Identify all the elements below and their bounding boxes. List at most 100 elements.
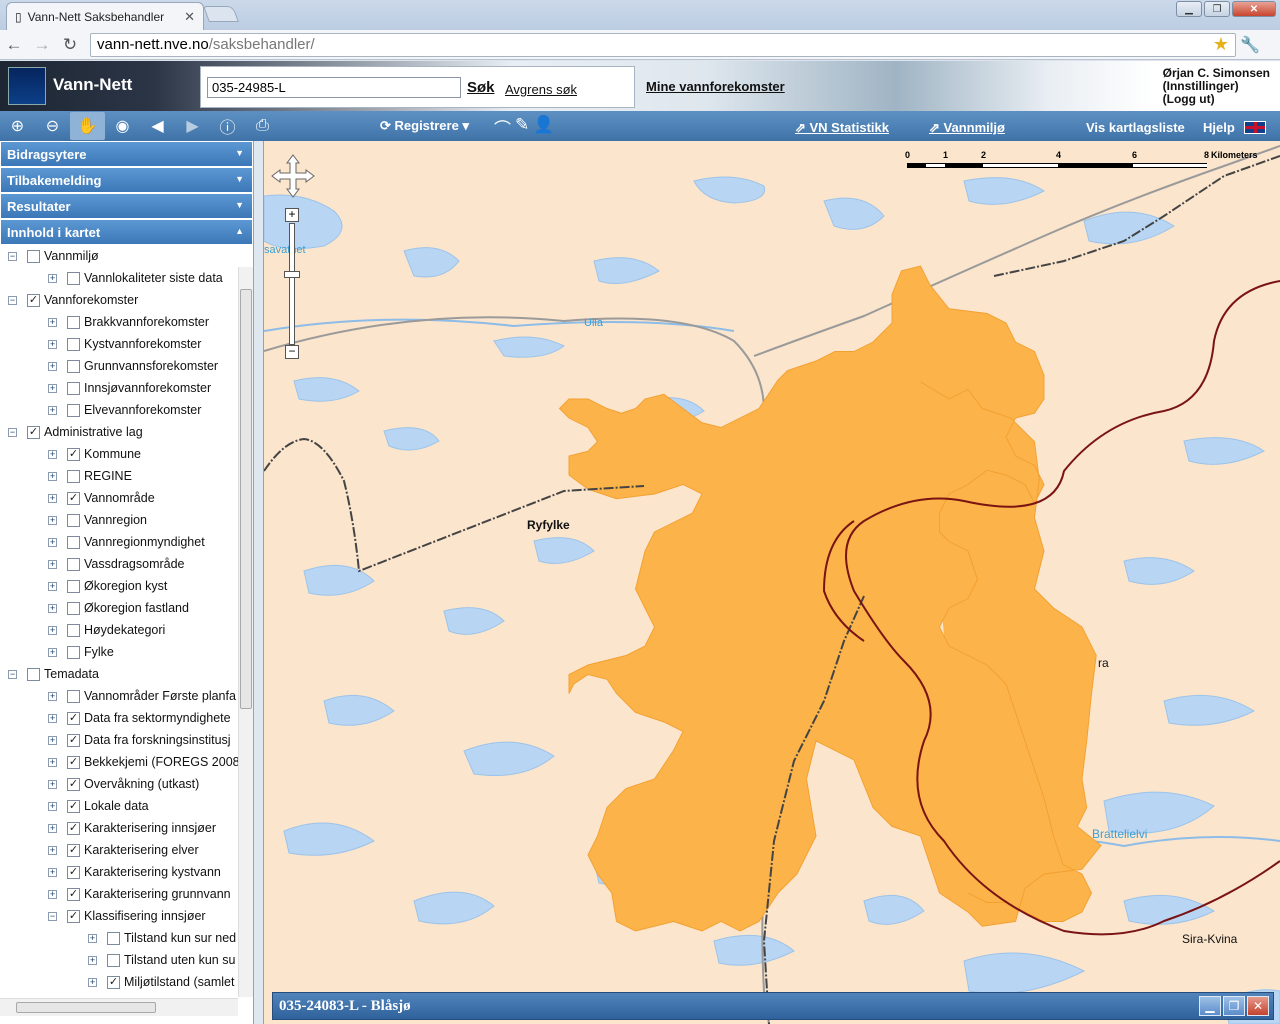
tree-node[interactable]: + Elvevannforekomster bbox=[0, 399, 238, 421]
layer-checkbox[interactable]: ✓ bbox=[27, 293, 40, 307]
reload-icon[interactable]: ↻ bbox=[56, 33, 84, 57]
layer-checkbox[interactable] bbox=[67, 557, 80, 571]
previous-extent-icon[interactable]: ◀ bbox=[140, 112, 175, 140]
tree-node[interactable]: + Fylke bbox=[0, 641, 238, 663]
layer-checkbox[interactable] bbox=[67, 381, 80, 395]
layer-tree-scrollbar[interactable] bbox=[238, 267, 253, 997]
expand-icon[interactable]: + bbox=[48, 691, 57, 701]
tree-node[interactable]: + Brakkvannforekomster bbox=[0, 311, 238, 333]
layer-checkbox[interactable]: ✓ bbox=[67, 799, 80, 813]
pan-hand-icon[interactable]: ✋ bbox=[70, 112, 105, 140]
zoom-slider[interactable] bbox=[289, 223, 295, 345]
scroll-thumb[interactable] bbox=[240, 289, 252, 709]
layer-list-link[interactable]: Vis kartlagsliste bbox=[1086, 120, 1185, 135]
layer-checkbox[interactable]: ✓ bbox=[67, 843, 80, 857]
logout-link[interactable]: (Logg ut) bbox=[1163, 93, 1270, 106]
layer-checkbox[interactable] bbox=[67, 579, 80, 593]
layer-checkbox[interactable]: ✓ bbox=[67, 447, 80, 461]
sidebar-splitter[interactable] bbox=[254, 141, 264, 1024]
zoom-slider-thumb[interactable] bbox=[284, 271, 300, 278]
english-flag-icon[interactable] bbox=[1244, 121, 1266, 134]
tree-node[interactable]: + ✓ Data fra forskningsinstitusj bbox=[0, 729, 238, 751]
address-bar[interactable]: vann-nett.nve.no/saksbehandler/ ★ bbox=[90, 32, 1236, 57]
layer-checkbox[interactable]: ✓ bbox=[67, 491, 80, 505]
browser-tab[interactable]: ▯ Vann-Nett Saksbehandler ✕ bbox=[6, 2, 204, 30]
expand-icon[interactable]: + bbox=[48, 735, 57, 745]
expand-icon[interactable]: + bbox=[48, 537, 57, 547]
collapse-icon[interactable]: − bbox=[8, 427, 17, 437]
tree-node[interactable]: − ✓ Vannforekomster bbox=[0, 289, 238, 311]
horizontal-scrollbar[interactable] bbox=[0, 998, 238, 1016]
tree-node[interactable]: + Grunnvannsforekomster bbox=[0, 355, 238, 377]
section-bidragsytere[interactable]: Bidragsytere ▼ bbox=[1, 142, 252, 166]
tree-node[interactable]: − ✓ Administrative lag bbox=[0, 421, 238, 443]
tree-node[interactable]: − ✓ Klassifisering innsjøer bbox=[0, 905, 238, 927]
tree-node[interactable]: + ✓ Karakterisering kystvann bbox=[0, 861, 238, 883]
collapse-icon[interactable]: − bbox=[48, 911, 57, 921]
layer-checkbox[interactable] bbox=[27, 667, 40, 681]
expand-icon[interactable]: + bbox=[48, 559, 57, 569]
layer-checkbox[interactable]: ✓ bbox=[27, 425, 40, 439]
help-link[interactable]: Hjelp bbox=[1203, 120, 1235, 135]
expand-icon[interactable]: + bbox=[48, 383, 57, 393]
tab-close-icon[interactable]: ✕ bbox=[184, 9, 195, 25]
collapse-icon[interactable]: − bbox=[8, 251, 17, 261]
tree-node[interactable]: + ✓ Overvåkning (utkast) bbox=[0, 773, 238, 795]
vn-statistics-link[interactable]: ⇗ VN Statistikk bbox=[795, 120, 889, 136]
minimize-icon[interactable]: ▁ bbox=[1199, 996, 1221, 1016]
expand-icon[interactable]: + bbox=[88, 933, 97, 943]
expand-icon[interactable]: + bbox=[48, 889, 57, 899]
tree-node[interactable]: + Kystvannforekomster bbox=[0, 333, 238, 355]
expand-icon[interactable]: + bbox=[48, 867, 57, 877]
tree-node[interactable]: + Vannregionmyndighet bbox=[0, 531, 238, 553]
map-view[interactable]: Ryfylke Ulla Sira-Kvina Brattelielvi sav… bbox=[264, 141, 1280, 1024]
zoom-out-button[interactable]: − bbox=[285, 345, 299, 359]
section-tilbakemelding[interactable]: Tilbakemelding ▼ bbox=[1, 168, 252, 192]
expand-icon[interactable]: + bbox=[48, 603, 57, 613]
expand-icon[interactable]: + bbox=[48, 713, 57, 723]
tree-node[interactable]: + Økoregion kyst bbox=[0, 575, 238, 597]
tree-node[interactable]: + Økoregion fastland bbox=[0, 597, 238, 619]
search-input[interactable] bbox=[207, 77, 461, 98]
expand-icon[interactable]: + bbox=[48, 823, 57, 833]
close-icon[interactable]: ✕ bbox=[1247, 996, 1269, 1016]
section-innhold-i-kartet[interactable]: Innhold i kartet ▲ bbox=[1, 220, 252, 244]
expand-icon[interactable]: + bbox=[48, 801, 57, 811]
layer-checkbox[interactable] bbox=[67, 623, 80, 637]
tree-node[interactable]: + Innsjøvannforekomster bbox=[0, 377, 238, 399]
layer-checkbox[interactable]: ✓ bbox=[107, 975, 120, 989]
tree-node[interactable]: − Vannmiljø bbox=[0, 245, 238, 267]
maximize-icon[interactable]: ❐ bbox=[1204, 1, 1230, 17]
layer-checkbox[interactable]: ✓ bbox=[67, 711, 80, 725]
tree-node[interactable]: + ✓ Lokale data bbox=[0, 795, 238, 817]
vannmiljo-link[interactable]: ⇗ Vannmiljø bbox=[929, 120, 1005, 136]
layer-checkbox[interactable]: ✓ bbox=[67, 755, 80, 769]
expand-icon[interactable]: + bbox=[48, 317, 57, 327]
tree-node[interactable]: + ✓ Bekkekjemi (FOREGS 2008 bbox=[0, 751, 238, 773]
bookmark-star-icon[interactable]: ★ bbox=[1213, 34, 1229, 55]
info-icon[interactable]: ⓘ bbox=[210, 112, 245, 140]
layer-checkbox[interactable]: ✓ bbox=[67, 865, 80, 879]
layer-checkbox[interactable] bbox=[67, 601, 80, 615]
tree-node[interactable]: + ✓ Kommune bbox=[0, 443, 238, 465]
layer-checkbox[interactable] bbox=[67, 645, 80, 659]
collapse-icon[interactable]: − bbox=[8, 295, 17, 305]
expand-icon[interactable]: + bbox=[48, 625, 57, 635]
expand-icon[interactable]: + bbox=[48, 361, 57, 371]
zoom-in-icon[interactable]: ⊕ bbox=[0, 112, 35, 140]
tree-node[interactable]: + Vannregion bbox=[0, 509, 238, 531]
layer-checkbox[interactable] bbox=[67, 271, 80, 285]
register-menu[interactable]: ⟳ Registrere ▾ bbox=[380, 118, 469, 134]
expand-icon[interactable]: + bbox=[88, 955, 97, 965]
tree-node[interactable]: + ✓ Vannområde bbox=[0, 487, 238, 509]
tree-node[interactable]: + Tilstand kun sur ned bbox=[0, 927, 238, 949]
layer-checkbox[interactable] bbox=[107, 953, 120, 967]
expand-icon[interactable]: + bbox=[48, 405, 57, 415]
search-button[interactable]: Søk bbox=[467, 79, 495, 96]
zoom-out-icon[interactable]: ⊖ bbox=[35, 112, 70, 140]
tree-node[interactable]: + Vassdragsområde bbox=[0, 553, 238, 575]
forward-icon[interactable]: → bbox=[28, 33, 56, 57]
layer-checkbox[interactable]: ✓ bbox=[67, 821, 80, 835]
layer-checkbox[interactable] bbox=[67, 469, 80, 483]
layer-checkbox[interactable] bbox=[67, 337, 80, 351]
